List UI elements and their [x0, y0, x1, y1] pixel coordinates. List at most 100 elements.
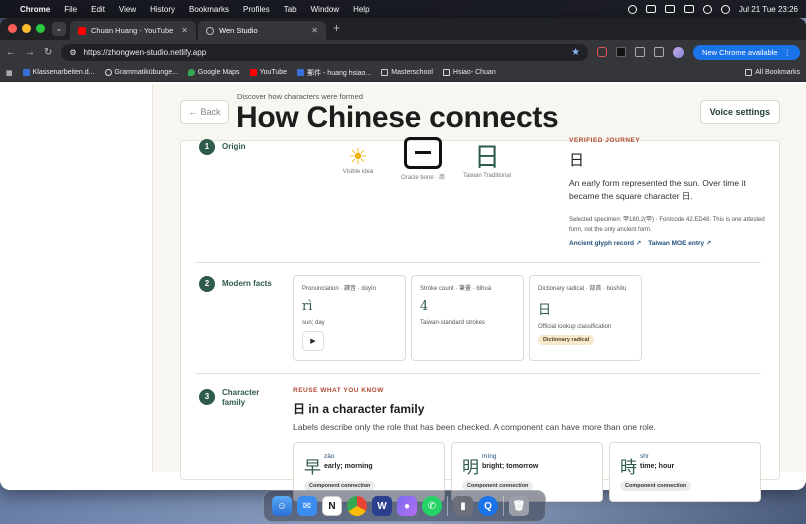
extension-icon[interactable]	[616, 47, 627, 57]
close-tab-icon[interactable]: ✕	[311, 26, 318, 35]
section-title-origin: Origin	[222, 142, 246, 151]
chrome-icon[interactable]	[347, 496, 367, 516]
family-char: 時	[620, 458, 637, 478]
glyph-oracle-bone: Oracle bone · 商	[395, 137, 451, 181]
dock-separator	[447, 496, 448, 516]
family-pinyin: míng	[482, 453, 497, 460]
wifi-icon[interactable]	[702, 4, 712, 14]
bookmark-star-icon[interactable]: ★	[571, 47, 580, 58]
title-line: Character	[222, 388, 260, 397]
new-chrome-available-button[interactable]: New Chrome available ⋮	[693, 44, 800, 60]
status-icon[interactable]	[627, 4, 637, 14]
window-controls	[8, 24, 45, 33]
oracle-bone-glyph	[404, 137, 442, 169]
play-audio-button[interactable]: ▶	[302, 331, 324, 351]
quicktime-icon[interactable]: Q	[478, 496, 498, 516]
step-number: 3	[199, 389, 215, 405]
finder-icon[interactable]: ☺	[272, 496, 292, 516]
family-description: Labels describe only the role that has b…	[293, 422, 656, 432]
page-title: How Chinese connects	[236, 101, 559, 134]
ublock-extension-icon[interactable]	[597, 47, 608, 57]
back-arrow-icon[interactable]: ←	[6, 47, 16, 58]
profile-avatar[interactable]	[673, 46, 685, 58]
card-label: Stroke count · 筆畫 · bǐhuà	[420, 286, 492, 292]
bookmark-label: YouTube	[259, 69, 288, 76]
bookmark-item[interactable]: 郵件 - huang hsiao...	[297, 68, 371, 78]
whatsapp-icon[interactable]: ✆	[422, 496, 442, 516]
bookmark-item[interactable]: Klassenarbeiten.d...	[22, 69, 95, 76]
family-meaning: time; hour	[640, 463, 675, 470]
voice-settings-button[interactable]: Voice settings	[699, 100, 780, 124]
close-tab-icon[interactable]: ✕	[181, 26, 188, 35]
notion-icon[interactable]	[664, 5, 675, 13]
taiwan-moe-entry-link[interactable]: Taiwan MOE entry ↗	[648, 239, 711, 247]
menu-history[interactable]: History	[150, 5, 175, 14]
mail-icon[interactable]: ✉	[297, 496, 317, 516]
extension-icon[interactable]	[645, 5, 656, 13]
tab-youtube[interactable]: Chuan Huang - YouTube ✕	[70, 21, 196, 40]
notion-icon[interactable]: N	[322, 496, 342, 516]
section-title-modern-facts: Modern facts	[222, 279, 272, 288]
menu-tab[interactable]: Tab	[284, 5, 297, 14]
back-label: Back	[200, 107, 221, 117]
bookmark-favicon-icon	[22, 69, 30, 76]
ancient-glyph-record-link[interactable]: Ancient glyph record ↗	[569, 239, 641, 247]
tab-title: Wen Studio	[219, 26, 258, 35]
minimize-window-icon[interactable]	[22, 24, 31, 33]
menu-view[interactable]: View	[119, 5, 136, 14]
mail-icon	[297, 69, 305, 76]
menu-edit[interactable]: Edit	[91, 5, 105, 14]
glyph-visible-idea: ☀ Visible idea	[339, 145, 377, 176]
trash-icon[interactable]: 🗑	[509, 496, 529, 516]
family-char: 明	[462, 458, 479, 478]
puzzle-extensions-icon[interactable]	[635, 47, 646, 57]
menu-help[interactable]: Help	[353, 5, 369, 14]
app-icon[interactable]: ▮	[453, 496, 473, 516]
site-info-icon[interactable]: ⚙	[69, 48, 76, 57]
tab-search-icon[interactable]: ⌄	[52, 22, 66, 36]
glyph-char: 日	[473, 143, 500, 173]
arrow-left-icon: ←	[188, 107, 198, 117]
url-text[interactable]: https://zhongwen-studio.netlify.app	[84, 48, 565, 57]
messenger-icon[interactable]: ●	[397, 496, 417, 516]
card-sub: sun; day	[302, 320, 325, 326]
stroke-count-card: Stroke count · 筆畫 · bǐhuà 4 Taiwan-stand…	[411, 275, 524, 361]
bookmark-item[interactable]: Google Maps	[187, 69, 240, 76]
page-eyebrow: Discover how characters were formed	[237, 92, 363, 101]
tab-wen-studio[interactable]: Wen Studio ✕	[198, 21, 326, 40]
journey-text: An early form represented the sun. Over …	[569, 178, 746, 201]
new-tab-icon[interactable]: +	[333, 21, 340, 35]
bookmark-item[interactable]: Hsiao- Chuan	[442, 69, 496, 76]
word-icon[interactable]: W	[372, 496, 392, 516]
apps-grid-icon[interactable]: ▦	[6, 69, 13, 77]
family-card[interactable]: 時 shí time; hour Component connection	[609, 442, 761, 502]
menubar-clock[interactable]: Jul 21 Tue 23:26	[739, 5, 798, 14]
component-badge: Component connection	[620, 481, 692, 491]
fullscreen-window-icon[interactable]	[36, 24, 45, 33]
menu-bookmarks[interactable]: Bookmarks	[189, 5, 229, 14]
bookmark-item[interactable]: Grammatikübunge...	[104, 69, 178, 76]
menu-profiles[interactable]: Profiles	[243, 5, 270, 14]
page-header: ← Back Discover how characters were form…	[153, 84, 806, 140]
control-center-icon[interactable]	[720, 4, 730, 14]
folder-icon	[381, 69, 389, 76]
menu-file[interactable]: File	[64, 5, 77, 14]
address-bar[interactable]: ⚙ https://zhongwen-studio.netlify.app ★	[61, 43, 589, 61]
card-value: 日	[538, 303, 552, 318]
tab-title: Chuan Huang - YouTube	[91, 26, 174, 35]
menu-window[interactable]: Window	[311, 5, 339, 14]
forward-arrow-icon[interactable]: →	[25, 47, 35, 58]
battery-icon[interactable]	[683, 5, 694, 13]
back-button[interactable]: ← Back	[180, 100, 229, 124]
family-meaning: early; morning	[324, 463, 373, 470]
left-sidebar	[0, 84, 153, 472]
menu-app[interactable]: Chrome	[20, 5, 50, 14]
globe-icon	[206, 26, 214, 35]
all-bookmarks[interactable]: All Bookmarks	[745, 69, 800, 76]
bookmark-item[interactable]: Masterschool	[381, 69, 433, 76]
side-panel-icon[interactable]	[654, 47, 665, 57]
main-content: ← Back Discover how characters were form…	[153, 84, 806, 502]
bookmark-item[interactable]: YouTube	[249, 69, 288, 76]
reload-icon[interactable]: ↻	[44, 47, 52, 58]
close-window-icon[interactable]	[8, 24, 17, 33]
